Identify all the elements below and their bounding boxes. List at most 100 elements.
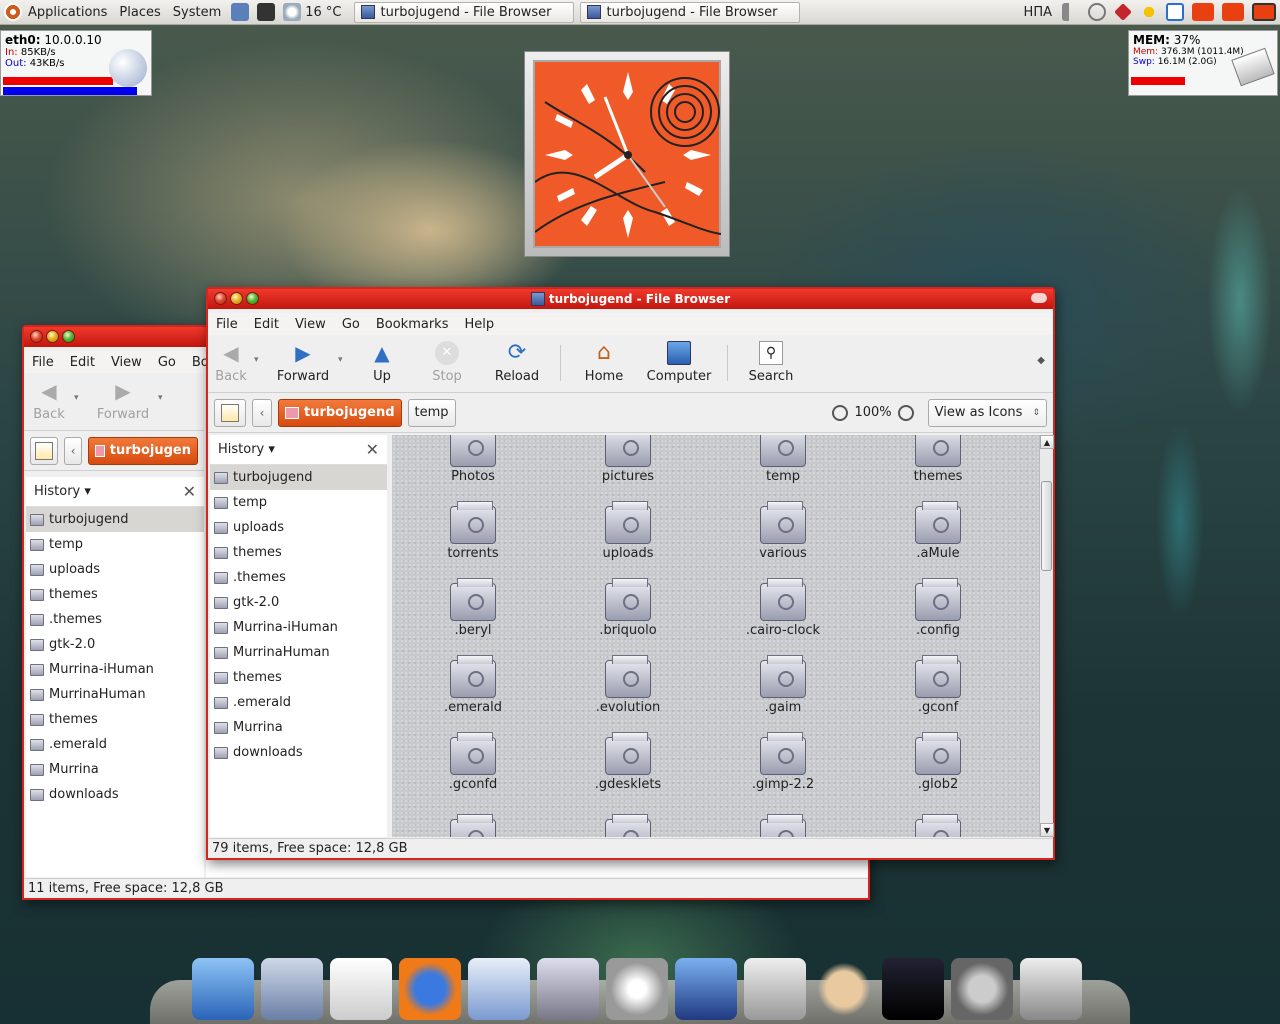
folder-item[interactable]: Photos <box>398 435 548 484</box>
computer-icon[interactable] <box>192 958 254 1020</box>
folder-icon[interactable] <box>760 814 806 837</box>
scroll-up-button[interactable]: ▲ <box>1040 435 1054 449</box>
music-icon[interactable] <box>606 958 668 1020</box>
folder-item[interactable]: .beryl <box>398 578 548 638</box>
menu-file[interactable]: File <box>208 317 246 332</box>
front-window-titlebar[interactable]: turbojugend - File Browser <box>208 289 1053 309</box>
maximize-button[interactable] <box>62 330 75 343</box>
sidebar-history-item[interactable]: downloads <box>210 740 387 765</box>
file-icon-view[interactable]: Photos pictures temp themes torrents uploads v… <box>392 435 1039 837</box>
settings-icon[interactable] <box>951 958 1013 1020</box>
history-selector[interactable]: History ▾ <box>218 442 275 457</box>
sidebar-history-item[interactable]: .emerald <box>210 690 387 715</box>
amule-icon[interactable] <box>813 958 875 1020</box>
folder-item[interactable]: .glob2 <box>863 732 1013 792</box>
workspace-2[interactable] <box>1222 3 1244 21</box>
scroll-down-button[interactable]: ▼ <box>1040 823 1054 837</box>
maximize-button[interactable] <box>246 292 259 305</box>
network-icon[interactable] <box>1088 3 1106 21</box>
menu-file[interactable]: File <box>24 355 62 370</box>
photo-icon[interactable] <box>537 958 599 1020</box>
menu-go[interactable]: Go <box>150 355 184 370</box>
sidebar-history-item[interactable]: .themes <box>210 565 387 590</box>
menu-system[interactable]: System <box>167 5 227 20</box>
zoom-out-icon[interactable] <box>832 404 849 421</box>
close-button[interactable] <box>30 330 43 343</box>
sidebar-history-item[interactable]: gtk-2.0 <box>26 632 204 657</box>
sidebar-history-item[interactable]: temp <box>26 532 204 557</box>
workspace-1[interactable] <box>1192 3 1214 21</box>
folder-item[interactable]: pictures <box>553 435 703 484</box>
ruby-icon[interactable] <box>1114 3 1132 21</box>
sidebar-history-item[interactable]: Murrina-iHuman <box>210 615 387 640</box>
folder-item[interactable]: temp <box>708 435 858 484</box>
menu-bookmarks[interactable]: Bookmarks <box>368 317 457 332</box>
file-manager-icon[interactable] <box>261 958 323 1020</box>
folder-item[interactable]: .gdesklets <box>553 732 703 792</box>
mail-notifier-icon[interactable] <box>1166 3 1184 21</box>
text-editor-icon[interactable] <box>330 958 392 1020</box>
computer-button[interactable]: Computer <box>639 341 719 384</box>
messenger-icon[interactable] <box>1140 3 1158 21</box>
folder-item[interactable]: various <box>708 501 858 561</box>
crumb-turbojugend[interactable]: turbojugen <box>88 436 198 465</box>
vertical-scrollbar[interactable]: ▲ ▼ <box>1039 435 1054 837</box>
menu-places[interactable]: Places <box>113 5 166 20</box>
sidebar-history-item[interactable]: .emerald <box>26 732 204 757</box>
sidebar-history-item[interactable]: gtk-2.0 <box>210 590 387 615</box>
package-icon[interactable] <box>744 958 806 1020</box>
sidebar-history-item[interactable]: turbojugend <box>26 507 204 532</box>
toolbar-overflow-icon[interactable]: ◆ <box>1037 355 1045 366</box>
menu-edit[interactable]: Edit <box>246 317 287 332</box>
reload-button[interactable]: ⟳ Reload <box>482 341 552 385</box>
video-icon[interactable] <box>675 958 737 1020</box>
home-button[interactable]: ⌂ Home <box>569 341 639 385</box>
weather-temp[interactable]: 16 °C <box>305 5 347 20</box>
folder-item[interactable]: .emerald <box>398 655 548 715</box>
close-button[interactable] <box>214 292 227 305</box>
desktop-launcher-icon[interactable] <box>231 3 250 21</box>
forward-button[interactable]: ▶ Forward <box>268 341 338 384</box>
sidebar-history-item[interactable]: temp <box>210 490 387 515</box>
folder-item[interactable]: torrents <box>398 501 548 561</box>
sidebar-history-item[interactable]: uploads <box>210 515 387 540</box>
forward-history-dropdown[interactable]: ▾ <box>338 355 352 365</box>
folder-item[interactable]: .briquolo <box>553 578 703 638</box>
weather-icon[interactable] <box>283 3 302 21</box>
history-selector[interactable]: History ▾ <box>34 484 91 499</box>
sidebar-history-item[interactable]: themes <box>26 582 204 607</box>
forward-history-dropdown[interactable]: ▾ <box>158 393 172 403</box>
taskbar-window-1[interactable]: turbojugend - File Browser <box>353 1 574 23</box>
folder-item[interactable]: .gaim <box>708 655 858 715</box>
volume-icon[interactable] <box>1062 3 1080 21</box>
folder-item[interactable]: .gconfd <box>398 732 548 792</box>
zoom-in-icon[interactable] <box>897 404 914 421</box>
ubuntu-logo-icon[interactable] <box>4 3 22 21</box>
sidebar-history-item[interactable]: MurrinaHuman <box>210 640 387 665</box>
search-button[interactable]: ⚲ Search <box>736 341 806 384</box>
mail-icon[interactable] <box>468 958 530 1020</box>
close-sidebar-icon[interactable]: ✕ <box>183 482 196 501</box>
back-button[interactable]: ◀ Back <box>24 379 74 422</box>
firefox-icon[interactable] <box>399 958 461 1020</box>
keyboard-layout[interactable]: НПА <box>1018 5 1058 20</box>
minimize-button[interactable] <box>230 292 243 305</box>
crumb-turbojugend[interactable]: turbojugend <box>278 398 402 427</box>
menu-view[interactable]: View <box>287 317 334 332</box>
back-history-dropdown[interactable]: ▾ <box>74 393 88 403</box>
sidebar-history-item[interactable]: Murrina <box>26 757 204 782</box>
sidebar-history-item[interactable]: uploads <box>26 557 204 582</box>
menu-go[interactable]: Go <box>334 317 368 332</box>
scroll-thumb[interactable] <box>1041 481 1052 571</box>
edit-location-button[interactable] <box>30 436 59 465</box>
trash-icon[interactable] <box>1020 958 1082 1020</box>
folder-icon[interactable] <box>915 814 961 837</box>
minimize-button[interactable] <box>46 330 59 343</box>
forward-button[interactable]: ▶ Forward <box>88 379 158 422</box>
folder-item[interactable]: .gconf <box>863 655 1013 715</box>
view-mode-select[interactable]: View as Icons ⇕ <box>927 398 1047 427</box>
sidebar-history-item[interactable]: themes <box>210 665 387 690</box>
taskbar-window-2[interactable]: turbojugend - File Browser <box>579 1 800 23</box>
stop-button[interactable]: ✕ Stop <box>412 341 482 384</box>
crumb-temp[interactable]: temp <box>407 398 456 427</box>
